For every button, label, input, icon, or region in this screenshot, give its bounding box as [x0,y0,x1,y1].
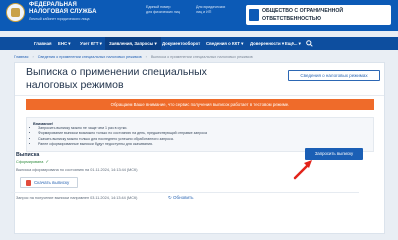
nav-item-more[interactable]: Ещё... ▾ [285,37,301,50]
red-arrow-icon [293,160,312,180]
account-name-line2: ОТВЕТСТВЕННОСТЬЮ [262,16,321,22]
refresh-link[interactable]: ↻ Обновить [168,195,193,201]
site-header: ФЕДЕРАЛЬНАЯ НАЛОГОВАЯ СЛУЖБА Личный каби… [0,0,398,31]
nav-item-requests[interactable]: Заявления, Запросы ▾ [105,37,161,50]
hotline-info: Единый номер для физических лиц [146,5,180,15]
nav-item-ens[interactable]: ЕНС ▾ [58,37,70,50]
brand-title-line1[interactable]: ФЕДЕРАЛЬНАЯ [29,2,77,9]
account-name-line1: ОБЩЕСТВО С ОГРАНИЧЕННОЙ [262,8,344,14]
nav-item-home[interactable]: Главная [34,37,51,50]
download-statement-button[interactable]: Скачать выписку [20,177,78,188]
breadcrumb-separator: › [32,55,34,59]
refresh-icon: ↻ [168,195,172,200]
breadcrumb-current: Выписка о применении специальных налогов… [150,55,253,59]
search-icon[interactable] [306,40,313,47]
breadcrumb: Главная › Сведения о применении специальны… [14,55,253,59]
fns-emblem-icon[interactable] [6,3,25,22]
tax-regimes-info-button[interactable]: Сведения о налоговых режимах [288,70,380,81]
notice-item: Формирование выписки возможно только по … [38,131,207,136]
section-title: Выписка [16,152,40,158]
org-info-label-2: лиц и ИП [196,10,212,14]
hotline-label-2: для физических лиц [146,10,180,14]
refresh-label: Обновить [173,195,194,200]
notice-list: Запросить выписку можно не чаще чем 1 ра… [33,126,207,147]
pdf-icon [26,180,31,186]
test-mode-alert: Обращаем Ваше внимание, что сервис получ… [26,99,374,110]
notice-box: Внимание! Запросить выписку можно не чащ… [26,117,374,152]
account-menu[interactable]: ОБЩЕСТВО С ОГРАНИЧЕННОЙ ОТВЕТСТВЕННОСТЬЮ [246,5,391,25]
check-icon: ✓ [45,159,50,164]
brand-subtitle: Личный кабинет юридического лица [29,17,90,21]
nav-item-docflow[interactable]: Документооборот [162,37,200,50]
formed-note: Выписка сформирована по состоянию на 01.… [16,168,138,172]
page-title: Выписка о применении специальных налогов… [26,66,207,91]
nav-item-kgt[interactable]: Учет КГТ ▾ [80,37,102,50]
status-badge: Сформирована ✓ [16,159,49,165]
main-nav: Главная ЕНС ▾ Учет КГТ ▾ Заявления, Запр… [0,37,398,50]
download-label: Скачать выписку [34,180,70,185]
divider [15,95,384,96]
breadcrumb-home[interactable]: Главная [14,55,28,59]
divider [11,192,359,193]
request-note: Запрос на получение выписки направлен 03… [16,196,138,200]
building-icon [249,9,259,21]
nav-item-power-of-attorney[interactable]: Доверенности ▾ [250,37,284,50]
org-info: Для юридических лиц и ИП [196,5,225,15]
brand-title-line2[interactable]: НАЛОГОВАЯ СЛУЖБА [29,9,97,16]
notice-item: Ранее сформированные выписки будут недос… [38,142,207,147]
breadcrumb-special-regimes[interactable]: Сведения о применении специальных налого… [38,55,142,59]
nav-item-kkt[interactable]: Сведения о ККТ ▾ [206,37,243,50]
status-text: Сформирована [16,160,44,164]
breadcrumb-separator: › [145,55,147,59]
